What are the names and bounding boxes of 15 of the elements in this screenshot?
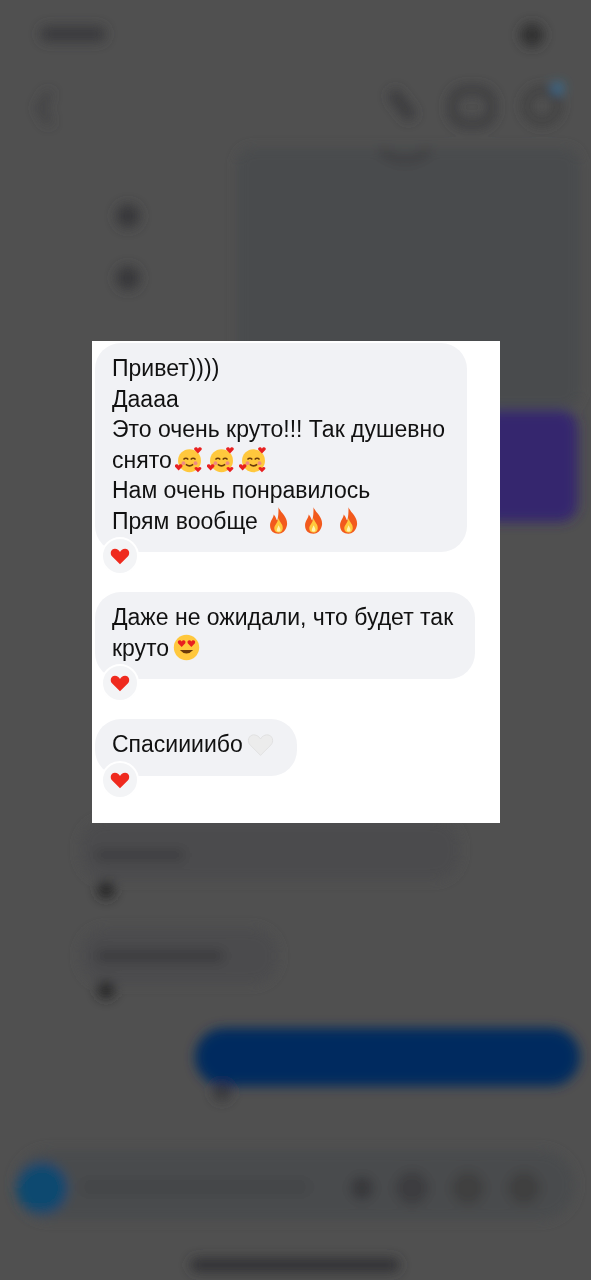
message-text: Даааа [112, 384, 179, 414]
message-text: Прям вообще [112, 506, 258, 536]
message-text: Спасиииибо [112, 730, 243, 759]
smiling-face-hearts-icon [238, 445, 268, 475]
smiling-face-hearts-icon [206, 445, 236, 475]
message-text: снято [112, 445, 172, 475]
message-text: Нам очень понравилось [112, 476, 371, 505]
reaction-bubble[interactable] [101, 537, 139, 575]
message-text: Даже не ожидали, что будет так [112, 603, 454, 632]
message-text: круто [112, 633, 170, 663]
message-text: Это очень круто!!! Так душевно [112, 415, 445, 444]
message-text: Привет)))) [112, 354, 220, 383]
smiling-face-hearts-icon [174, 445, 204, 475]
reaction-bubble[interactable] [101, 664, 139, 702]
heart-eyes-face-icon [172, 633, 202, 663]
